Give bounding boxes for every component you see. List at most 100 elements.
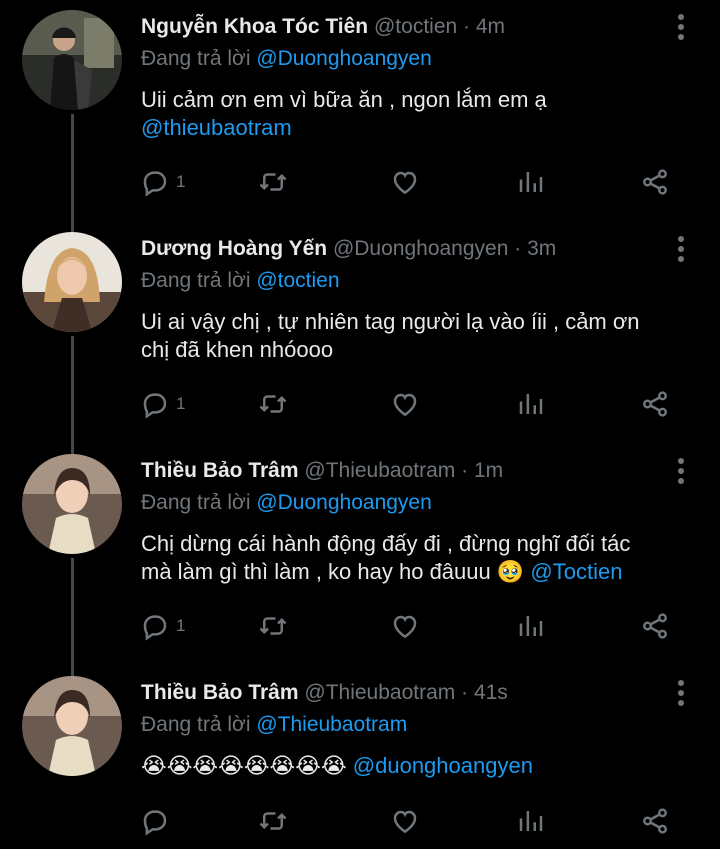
- replying-label: Đang trả lời: [141, 713, 251, 736]
- analytics-button[interactable]: [516, 165, 546, 199]
- timestamp[interactable]: 1m: [474, 459, 503, 482]
- like-icon: [390, 806, 420, 836]
- reply-icon: [140, 389, 170, 419]
- analytics-button[interactable]: [516, 804, 546, 838]
- share-icon: [640, 806, 670, 836]
- tweet-text-line: chị đã khen nhóooo: [141, 337, 334, 362]
- user-handle[interactable]: @Thieubaotram: [304, 681, 455, 704]
- more-icon[interactable]: [676, 236, 686, 266]
- reply-count: 1: [176, 616, 186, 635]
- reply-button[interactable]: [140, 804, 176, 838]
- more-icon[interactable]: [676, 14, 686, 44]
- like-icon: [390, 167, 420, 197]
- mention-link[interactable]: @Toctien: [530, 559, 622, 584]
- analytics-button[interactable]: [516, 609, 546, 643]
- mention-link[interactable]: @thieubaotram: [141, 114, 680, 142]
- analytics-icon: [516, 611, 546, 641]
- tweet-text-segment: mà làm gì thì làm , ko hay ho đâuuu: [141, 559, 491, 584]
- reply-mention[interactable]: @Thieubaotram: [256, 713, 407, 736]
- display-name[interactable]: Dương Hoàng Yến: [141, 237, 327, 260]
- reply-count: 1: [176, 172, 186, 191]
- tweet-text: Chị dừng cái hành động đấy đi , đừng ngh…: [141, 530, 680, 586]
- pleading-face-emoji: 🥹: [496, 559, 525, 584]
- share-icon: [640, 611, 670, 641]
- retweet-button[interactable]: [258, 387, 288, 421]
- tweet-4[interactable]: Thiều Bảo Trâm @Thieubaotram · 41s Đang …: [0, 666, 720, 849]
- retweet-button[interactable]: [258, 165, 288, 199]
- analytics-icon: [516, 806, 546, 836]
- user-handle[interactable]: @toctien: [374, 15, 457, 38]
- tweet-text: Ui ai vậy chị , tự nhiên tag người lạ và…: [141, 308, 680, 364]
- action-bar: 1: [140, 165, 685, 199]
- reply-button[interactable]: 1: [140, 165, 185, 199]
- like-button[interactable]: [390, 609, 420, 643]
- tweet-header: Thiều Bảo Trâm @Thieubaotram · 1m: [141, 458, 660, 484]
- user-handle[interactable]: @Thieubaotram: [304, 459, 455, 482]
- replying-to: Đang trả lời @toctien: [141, 268, 340, 294]
- tweet-text-line: Ui ai vậy chị , tự nhiên tag người lạ và…: [141, 309, 640, 334]
- replying-label: Đang trả lời: [141, 269, 251, 292]
- retweet-icon: [258, 611, 288, 641]
- tweet-header: Thiều Bảo Trâm @Thieubaotram · 41s: [141, 680, 660, 706]
- analytics-button[interactable]: [516, 387, 546, 421]
- more-icon[interactable]: [676, 458, 686, 488]
- reply-icon: [140, 611, 170, 641]
- tweet-1[interactable]: Nguyễn Khoa Tóc Tiên @toctien · 4m Đang …: [0, 0, 720, 222]
- retweet-icon: [258, 389, 288, 419]
- avatar[interactable]: [22, 10, 122, 110]
- more-icon[interactable]: [676, 680, 686, 710]
- timestamp[interactable]: 4m: [476, 15, 505, 38]
- replying-to: Đang trả lời @Duonghoangyen: [141, 490, 432, 516]
- like-button[interactable]: [390, 165, 420, 199]
- share-button[interactable]: [640, 165, 670, 199]
- tweet-3[interactable]: Thiều Bảo Trâm @Thieubaotram · 1m Đang t…: [0, 444, 720, 666]
- share-button[interactable]: [640, 609, 670, 643]
- mention-link[interactable]: @duonghoangyen: [353, 753, 533, 778]
- separator: ·: [514, 237, 522, 260]
- tweet-text-line: Uii cảm ơn em vì bữa ăn , ngon lắm em ạ: [141, 87, 547, 112]
- display-name[interactable]: Thiều Bảo Trâm: [141, 459, 299, 482]
- separator: ·: [463, 15, 471, 38]
- tweet-text-line: mà làm gì thì làm , ko hay ho đâuuu 🥹 @T…: [141, 558, 680, 586]
- reply-icon: [140, 806, 170, 836]
- tweet-text: Uii cảm ơn em vì bữa ăn , ngon lắm em ạ …: [141, 86, 680, 142]
- reply-button[interactable]: 1: [140, 387, 185, 421]
- retweet-button[interactable]: [258, 804, 288, 838]
- tweet-text: 😭😭😭😭😭😭😭😭 @duonghoangyen: [141, 752, 680, 780]
- timestamp[interactable]: 3m: [527, 237, 556, 260]
- user-handle[interactable]: @Duonghoangyen: [333, 237, 508, 260]
- avatar[interactable]: [22, 454, 122, 554]
- reply-count: 1: [176, 394, 186, 413]
- share-button[interactable]: [640, 387, 670, 421]
- tweet-2[interactable]: Dương Hoàng Yến @Duonghoangyen · 3m Đang…: [0, 222, 720, 444]
- avatar[interactable]: [22, 232, 122, 332]
- share-icon: [640, 389, 670, 419]
- like-icon: [390, 389, 420, 419]
- like-button[interactable]: [390, 804, 420, 838]
- avatar[interactable]: [22, 676, 122, 776]
- analytics-icon: [516, 389, 546, 419]
- reply-mention[interactable]: @Duonghoangyen: [256, 47, 431, 70]
- replying-to: Đang trả lời @Thieubaotram: [141, 712, 407, 738]
- analytics-icon: [516, 167, 546, 197]
- tweet-header: Nguyễn Khoa Tóc Tiên @toctien · 4m: [141, 14, 660, 40]
- timestamp[interactable]: 41s: [474, 681, 508, 704]
- crying-face-emojis: 😭😭😭😭😭😭😭😭: [141, 753, 347, 778]
- reply-mention[interactable]: @toctien: [256, 269, 339, 292]
- separator: ·: [461, 459, 469, 482]
- reply-button[interactable]: 1: [140, 609, 185, 643]
- retweet-button[interactable]: [258, 609, 288, 643]
- share-button[interactable]: [640, 804, 670, 838]
- retweet-icon: [258, 167, 288, 197]
- action-bar: 1: [140, 387, 685, 421]
- replying-label: Đang trả lời: [141, 491, 251, 514]
- separator: ·: [461, 681, 469, 704]
- reply-mention[interactable]: @Duonghoangyen: [256, 491, 431, 514]
- like-button[interactable]: [390, 387, 420, 421]
- reply-icon: [140, 167, 170, 197]
- replying-to: Đang trả lời @Duonghoangyen: [141, 46, 432, 72]
- display-name[interactable]: Thiều Bảo Trâm: [141, 681, 299, 704]
- action-bar: [140, 804, 685, 838]
- tweet-header: Dương Hoàng Yến @Duonghoangyen · 3m: [141, 236, 660, 262]
- display-name[interactable]: Nguyễn Khoa Tóc Tiên: [141, 15, 368, 38]
